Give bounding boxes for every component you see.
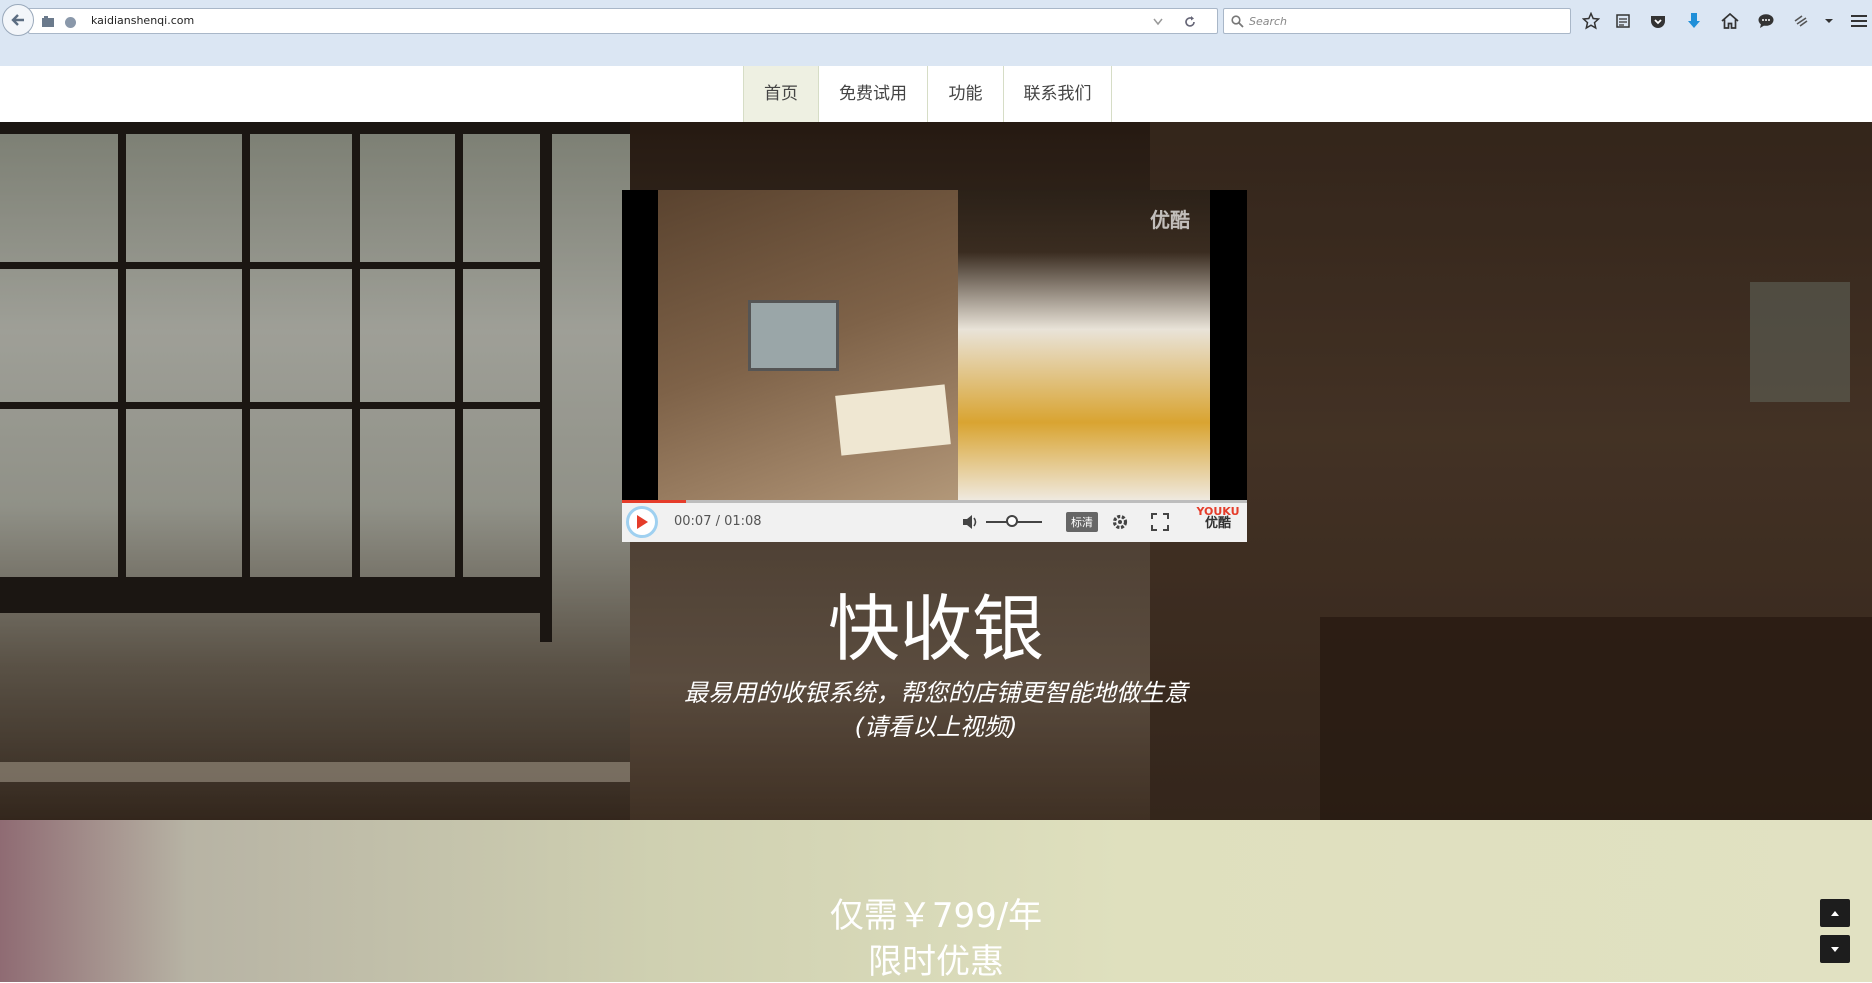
search-icon (1226, 10, 1248, 32)
play-button[interactable] (626, 506, 658, 538)
price-prefix: 仅需￥ (829, 896, 932, 936)
fullscreen-icon[interactable] (1149, 511, 1171, 533)
search-field[interactable]: Search (1223, 8, 1571, 34)
youku-logo-cn: 优酷 (1204, 516, 1231, 531)
youku-watermark: 优酷 (1150, 208, 1190, 232)
arrow-up-icon (1831, 910, 1839, 916)
back-arrow-icon (11, 14, 24, 26)
price-value: 799 (931, 896, 997, 936)
hero-note: (请看以上视频) (854, 713, 1018, 741)
hero-subtitle: 最易用的收银系统，帮您的店铺更智能地做生意 (684, 679, 1188, 707)
play-icon (637, 515, 648, 529)
gear-icon[interactable] (1109, 511, 1131, 533)
browser-toolbar: kaidianshenqi.com Search (0, 0, 1872, 67)
dropdown-arrow-icon[interactable] (1147, 11, 1169, 33)
video-person (958, 190, 1210, 500)
globe-icon (59, 11, 81, 33)
star-icon[interactable] (1580, 10, 1602, 32)
promo-text: 限时优惠 (868, 942, 1004, 982)
video-laptop (748, 300, 839, 371)
youku-logo[interactable]: YOUKU 优酷 (1196, 506, 1240, 540)
nav-item-contact[interactable]: 联系我们 (1003, 66, 1112, 122)
video-controls: 00:07 / 01:08 标清 YOUKU 优酷 (622, 500, 1247, 542)
page-icon (37, 11, 59, 33)
scroll-down-button[interactable] (1820, 935, 1850, 963)
extension-icon[interactable] (1790, 10, 1812, 32)
price-line: 仅需￥799/年 (0, 888, 1872, 937)
nav-item-home[interactable]: 首页 (743, 66, 818, 122)
address-bar[interactable]: kaidianshenqi.com (28, 8, 1218, 34)
video-progress-fill[interactable] (622, 500, 687, 503)
hamburger-menu-icon[interactable] (1848, 10, 1870, 32)
home-icon[interactable] (1719, 10, 1741, 32)
reading-list-icon[interactable] (1612, 10, 1634, 32)
hero-title: 快收银 (827, 587, 1044, 671)
arrow-down-icon (1831, 946, 1839, 952)
url-text[interactable]: kaidianshenqi.com (91, 14, 194, 27)
chevron-down-icon[interactable] (1818, 10, 1840, 32)
nav-item-features[interactable]: 功能 (927, 66, 1003, 122)
download-icon[interactable] (1683, 10, 1705, 32)
back-button[interactable] (2, 4, 34, 36)
nav-item-free-trial[interactable]: 免费试用 (818, 66, 927, 122)
quality-button[interactable]: 标清 (1066, 512, 1098, 532)
site-nav: 首页 免费试用 功能 联系我们 (0, 66, 1872, 123)
video-frame[interactable]: 优酷 (658, 190, 1210, 500)
price-suffix: /年 (996, 896, 1043, 936)
pocket-icon[interactable] (1647, 10, 1669, 32)
video-time: 00:07 / 01:08 (674, 514, 762, 529)
volume-handle[interactable] (1006, 515, 1018, 527)
video-papers (835, 384, 951, 456)
search-placeholder: Search (1249, 15, 1288, 28)
scroll-up-button[interactable] (1820, 899, 1850, 927)
reload-icon[interactable] (1179, 11, 1201, 33)
chat-icon[interactable] (1755, 10, 1777, 32)
volume-icon[interactable] (960, 511, 982, 533)
video-player[interactable]: 优酷 00:07 / 01:08 标清 YOUKU 优酷 (622, 190, 1247, 542)
